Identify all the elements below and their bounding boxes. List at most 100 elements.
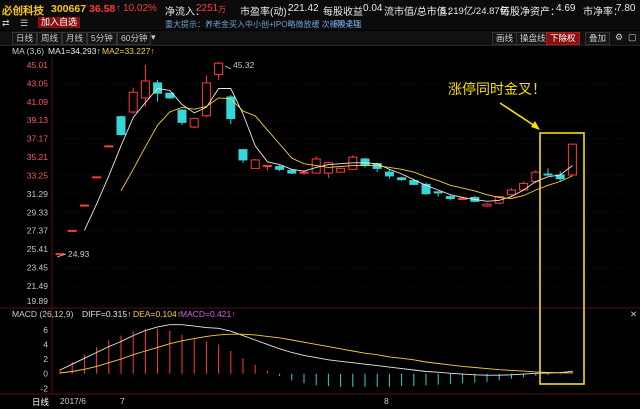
candle-body	[299, 171, 309, 174]
stock-code: 300667	[51, 3, 87, 15]
high-price-label: 45.32	[233, 60, 255, 70]
price-tick-label: 29.33	[27, 207, 49, 217]
tab-weekly[interactable]: 周线	[37, 32, 63, 45]
candle-body	[250, 159, 260, 169]
quote-header: 必创科技 300667 36.58 ↑ 10.02% 净流入： 2251 万 市…	[0, 0, 640, 18]
candle-body	[238, 149, 248, 161]
macd-value: MACD=0.421↑	[180, 309, 236, 319]
close-icon[interactable]: ✕	[630, 309, 637, 320]
tab-60min[interactable]: 60分钟	[117, 32, 152, 45]
candle-body	[506, 189, 516, 196]
candle-body	[104, 145, 114, 148]
price-tick-label: 41.09	[27, 97, 49, 107]
candle-body	[79, 204, 89, 207]
list-icon[interactable]: ☰	[20, 18, 28, 29]
stock-name: 必创科技	[2, 5, 44, 17]
net-inflow-unit: 万	[218, 5, 226, 14]
x-tick-label: 7	[120, 396, 125, 406]
period-label: 日线	[32, 397, 50, 407]
candle-body	[140, 80, 150, 99]
macd-legend: MACD (26,12,9) DIFF=0.315↑ DEA=0.104↑ MA…	[0, 309, 640, 320]
candle-body	[55, 253, 65, 256]
candle-body	[67, 229, 77, 232]
ma2-line	[120, 97, 573, 199]
candle-body	[116, 116, 126, 136]
golden-cross-annotation: 涨停同时金叉！	[448, 81, 546, 97]
ma-legend: MA (3,6) MA1=34.293↑ MA2=33.227↑	[0, 46, 640, 57]
candle-body	[397, 177, 407, 181]
notice-date: [08-21]	[334, 19, 359, 28]
candle-body	[287, 169, 297, 174]
pb-value: 7.80	[616, 3, 636, 14]
candle-body	[226, 96, 236, 120]
candle-body	[360, 158, 370, 167]
x-tick-label: 8	[384, 396, 389, 406]
price-tick-label: 31.29	[27, 189, 49, 199]
macd-tick-label: -2	[40, 383, 48, 393]
candle-body	[177, 109, 187, 123]
candle-body	[433, 191, 443, 194]
change-arrow-icon: ↑	[116, 3, 121, 14]
candle-body	[214, 62, 224, 75]
candle-body	[262, 165, 272, 168]
candle-body	[445, 196, 455, 199]
candle-body	[458, 197, 468, 200]
candle-body	[275, 166, 285, 170]
draw-line-button[interactable]: 画线	[492, 32, 518, 45]
price-tick-label: 23.45	[27, 263, 49, 273]
kline-chart[interactable]: 45.01 43.05 41.09 39.13 37.17 35.21 33.25 31.29…	[0, 57, 640, 407]
dropdown-icon[interactable]: ▾	[151, 32, 156, 43]
price-tick-label: 43.05	[27, 78, 49, 88]
ma2-value: MA2=33.227↑	[102, 46, 155, 56]
tab-daily[interactable]: 日线	[12, 32, 38, 45]
candle-body	[519, 182, 529, 191]
candle-body	[336, 167, 346, 173]
ma1-line	[83, 88, 573, 231]
add-favorite-button[interactable]: 加入自选	[38, 17, 81, 28]
eps-value: 0.04	[363, 3, 383, 14]
tab-5min[interactable]: 5分钟	[87, 32, 117, 45]
candle-body	[189, 118, 199, 128]
highlight-box	[539, 132, 585, 385]
high-pointer	[224, 65, 232, 70]
notice-text[interactable]: 重大提示：养老金买入中小创+IPO略微放缓 次新股走强	[165, 19, 362, 30]
ex-rights-button[interactable]: 下除权	[546, 32, 580, 45]
dea-line	[59, 333, 573, 374]
ma-name: MA (3,6)	[12, 46, 45, 56]
candle-body	[92, 176, 102, 179]
candle-body	[384, 171, 394, 177]
macd-tick-label: 0	[43, 369, 48, 379]
macd-name: MACD (26,12,9)	[12, 309, 74, 319]
price-tick-label: 35.21	[27, 152, 49, 162]
bvps-value: 4.69	[556, 3, 576, 14]
fullscreen-icon[interactable]: ▢	[628, 32, 637, 43]
settings-icon[interactable]: ⚙	[615, 32, 623, 43]
candle-body	[482, 203, 492, 207]
period-toolbar: 日线 周线 月线 5分钟 60分钟 ▾ 画线 操盘线 下除权 叠加 ⚙ ▢	[0, 31, 640, 46]
candle-body	[567, 143, 577, 176]
quote-subheader: ⇄ ☰ 加入自选 重大提示：养老金买入中小创+IPO略微放缓 次新股走强 [08…	[0, 17, 640, 30]
net-inflow-value: 2251	[196, 3, 219, 14]
diff-value: DIFF=0.315↑	[82, 309, 132, 319]
price-tick-label: 21.49	[27, 281, 49, 291]
dea-value: DEA=0.104↑	[133, 309, 181, 319]
operation-line-button[interactable]: 操盘线	[516, 32, 550, 45]
eps-label: 每股收益	[323, 7, 363, 18]
overlay-button[interactable]: 叠加	[585, 32, 611, 45]
price-tick-label: 33.25	[27, 170, 49, 180]
candle-body	[543, 173, 553, 176]
low-price-label: 24.93	[68, 249, 90, 259]
price-tick-label: 37.17	[27, 134, 49, 144]
x-tick-label: 2017/6	[60, 396, 86, 406]
candle-body	[128, 91, 138, 113]
pe-value: 221.42	[288, 3, 319, 14]
price-tick-label: 27.37	[27, 226, 49, 236]
macd-tick-label: 2	[43, 354, 48, 364]
swap-icon[interactable]: ⇄	[2, 18, 10, 29]
tab-monthly[interactable]: 月线	[62, 32, 88, 45]
annotation-arrow	[499, 102, 539, 129]
change-percent: 10.02%	[123, 3, 157, 14]
arrowhead-icon	[531, 121, 540, 130]
price-tick-label: 25.41	[27, 244, 49, 254]
price-tick-label: 39.13	[27, 115, 49, 125]
